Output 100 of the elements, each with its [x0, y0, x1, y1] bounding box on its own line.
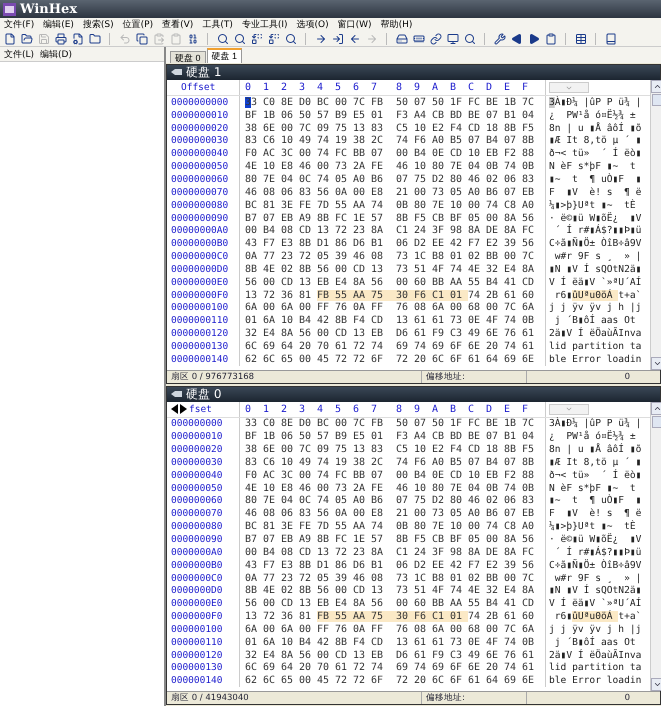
- hex-byte: 51: [414, 264, 428, 275]
- hex-byte: C1: [396, 225, 410, 236]
- scrollbar[interactable]: [650, 80, 661, 370]
- scrollbar[interactable]: [650, 402, 661, 691]
- menu-item[interactable]: 专业工具(I): [242, 18, 288, 31]
- menu-item[interactable]: 查看(V): [162, 18, 194, 31]
- offset-cell: 0000000110: [167, 314, 240, 328]
- ascii-text: ¼▮>þ}Uªt ▮~ tÈ: [549, 200, 636, 211]
- folder-icon[interactable]: [20, 32, 33, 45]
- link-icon[interactable]: [429, 32, 442, 45]
- printer-icon[interactable]: [54, 32, 67, 45]
- ascii-text: ûUªu0öÁ: [572, 290, 618, 301]
- hex-byte: FC: [335, 470, 348, 481]
- menu-item[interactable]: 搜索(S): [82, 18, 114, 31]
- hex-byte: 98: [450, 225, 464, 236]
- offset-cell: 000000060: [167, 494, 240, 508]
- hex-byte: 38: [245, 122, 258, 134]
- hex-byte: F3: [396, 431, 410, 442]
- hex-byte: FF: [317, 302, 330, 314]
- hex-byte: 56: [522, 212, 536, 224]
- column-header: 1: [263, 404, 270, 414]
- menu-item[interactable]: 选项(O): [296, 18, 329, 31]
- hex-byte: 2C: [371, 456, 384, 468]
- menu-item[interactable]: 工具(T): [202, 18, 233, 31]
- file-gear-icon[interactable]: [71, 32, 84, 45]
- hex-byte: 00: [299, 470, 312, 481]
- hex-byte: 04: [522, 431, 536, 442]
- hex-byte: F2: [504, 148, 518, 160]
- hex-byte: 13: [353, 328, 366, 340]
- search-icon[interactable]: [463, 32, 476, 45]
- hex-byte: 6C: [245, 340, 258, 352]
- hex-byte: 07: [504, 456, 518, 468]
- menu-item[interactable]: 编辑(E): [43, 18, 74, 31]
- hex-byte: 6E: [468, 340, 482, 352]
- hex-byte: 13: [245, 290, 258, 301]
- triangle-right-icon[interactable]: [179, 404, 187, 414]
- hex-byte: 74: [317, 174, 330, 185]
- offset-cell: 000000030: [167, 456, 240, 469]
- hex-byte: 4E: [468, 264, 482, 275]
- hex-byte: 02: [486, 495, 500, 506]
- triangle-right-icon[interactable]: [527, 32, 540, 45]
- hex-byte: 07: [468, 135, 482, 146]
- menu-item[interactable]: 帮助(H): [380, 18, 412, 31]
- hex-byte: CB: [432, 110, 446, 121]
- offset-cell: 000000120: [167, 648, 240, 662]
- hex-byte: 56: [299, 328, 312, 340]
- search-icon[interactable]: [233, 32, 246, 45]
- arrow-right-icon[interactable]: [314, 32, 327, 45]
- scroll-up-button[interactable]: [651, 402, 661, 414]
- enter-icon[interactable]: [331, 32, 344, 45]
- clipboard-icon[interactable]: [544, 32, 557, 45]
- hex-byte: 07: [414, 418, 428, 430]
- hex-byte: 6E: [486, 328, 500, 340]
- menu-item[interactable]: 文件(L): [4, 48, 34, 60]
- tab[interactable]: 硬盘 0: [170, 51, 206, 63]
- hex-byte: 45: [317, 354, 330, 365]
- monitor-icon[interactable]: [446, 32, 459, 45]
- hex-byte: 00: [450, 302, 464, 314]
- window-title: WinHex: [20, 2, 78, 16]
- hex-byte: 06: [281, 110, 294, 121]
- column-header: 5: [335, 404, 342, 414]
- menu-item[interactable]: 位置(P): [122, 18, 154, 31]
- copy-icon[interactable]: [135, 32, 148, 45]
- hex-byte: 7D: [317, 521, 330, 532]
- search-icon[interactable]: [216, 32, 229, 45]
- hex-byte: 4F: [432, 264, 446, 275]
- triangle-left-icon[interactable]: [510, 32, 523, 45]
- hex-byte: 49: [299, 135, 312, 146]
- hex-byte: 6A: [432, 302, 446, 314]
- hex-byte: B4: [486, 456, 500, 468]
- hex-byte: 6C: [432, 675, 446, 686]
- menu-item[interactable]: 窗口(W): [338, 18, 372, 31]
- replace-icon[interactable]: [250, 32, 263, 45]
- hex-byte: 06: [281, 186, 294, 198]
- wrench-icon[interactable]: [493, 32, 506, 45]
- disk-icon[interactable]: [395, 32, 408, 45]
- menu-item[interactable]: 文件(F): [4, 18, 34, 31]
- file-icon[interactable]: [3, 32, 16, 45]
- hex-byte: 09: [317, 122, 330, 134]
- table-icon[interactable]: [574, 32, 587, 45]
- tab[interactable]: 硬盘 1: [206, 48, 242, 63]
- hex-byte: 50: [299, 431, 312, 442]
- search-icon[interactable]: [284, 32, 297, 45]
- hex-byte: 8B: [299, 585, 312, 596]
- hex-byte: 72: [353, 675, 366, 686]
- scroll-down-button[interactable]: [651, 678, 661, 691]
- arrow-left-icon[interactable]: [348, 32, 361, 45]
- menu-item[interactable]: 编辑(D): [40, 48, 72, 60]
- hex-byte: B1: [371, 560, 384, 571]
- hex-byte: 46: [468, 174, 482, 185]
- folder-icon[interactable]: [88, 32, 101, 45]
- scroll-down-button[interactable]: [651, 356, 661, 370]
- hex-byte: 74: [504, 662, 518, 674]
- book-icon[interactable]: [604, 32, 617, 45]
- hex-byte: 55: [335, 200, 348, 211]
- ascii-text: ð¬< tü» ´ Í ëò▮: [549, 148, 642, 160]
- ascii-text: ▮~ t ¶ uÒ▮F ▮: [549, 495, 642, 506]
- hex-byte: F7: [263, 560, 276, 571]
- replace-icon[interactable]: [267, 32, 280, 45]
- triangle-left-icon[interactable]: [171, 404, 179, 414]
